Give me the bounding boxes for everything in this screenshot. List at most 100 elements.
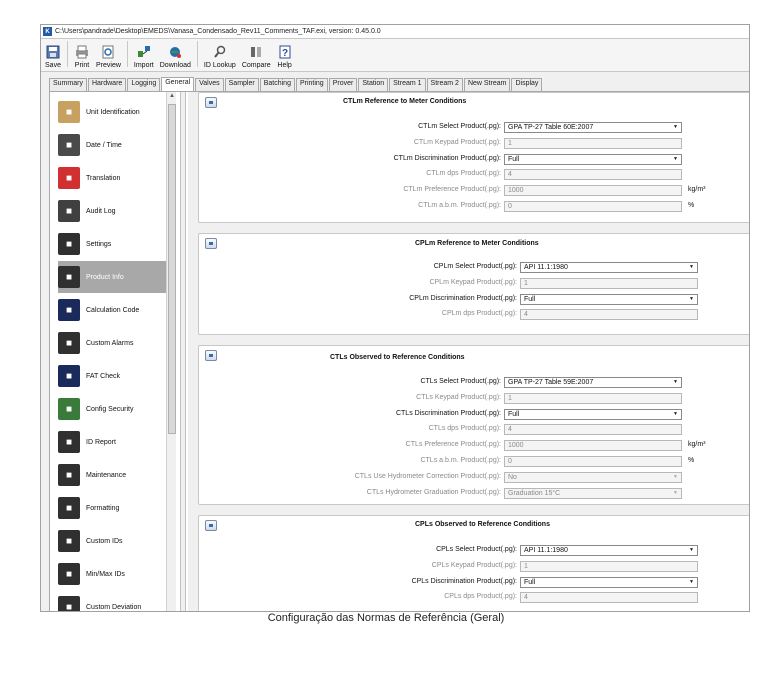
readonly-input: 0: [504, 201, 682, 212]
tab-valves[interactable]: Valves: [195, 78, 224, 91]
tab-printing[interactable]: Printing: [295, 78, 328, 91]
collapse-toggle-icon[interactable]: [205, 520, 217, 531]
sidebar-item-date-time[interactable]: ■ Date / Time: [58, 129, 166, 161]
sidebar-item-translation[interactable]: ■ Translation: [58, 162, 166, 194]
dropdown-select[interactable]: GPA TP-27 Table 60E:2007 ▼: [504, 122, 682, 133]
sidebar-item-label: Config Security: [86, 405, 134, 413]
application-window: K C:\Users\pandrade\Desktop\EMEDS\Vanasa…: [40, 24, 750, 612]
sidebar-item-product-info[interactable]: ■ Product Info: [58, 261, 166, 293]
field-label: CPLs Select Product(.pg):: [436, 546, 517, 553]
sidebar-item-config-security[interactable]: ■ Config Security: [58, 393, 166, 425]
chevron-down-icon[interactable]: ▼: [673, 379, 678, 385]
collapse-toggle-icon[interactable]: [205, 238, 217, 249]
chevron-down-icon[interactable]: ▼: [673, 411, 678, 417]
readonly-input: 4: [520, 309, 698, 321]
tab-sampler[interactable]: Sampler: [224, 78, 259, 91]
chevron-down-icon[interactable]: ▼: [673, 490, 678, 496]
field-label: CPLs Keypad Product(.pg):: [431, 561, 517, 569]
readonly-input: 1000: [504, 440, 682, 452]
content-area: ▲ ■ Unit Identification ■ Date / Time ■ Trans…: [49, 91, 749, 611]
sidebar-item-id-report[interactable]: ■ ID Report: [58, 426, 166, 458]
field-value: Full: [524, 578, 536, 586]
tab-stream-2[interactable]: Stream 2: [426, 78, 463, 91]
dropdown-select[interactable]: Full ▼: [504, 408, 682, 420]
window-title: C:\Users\pandrade\Desktop\EMEDS\Vanasa_C…: [55, 28, 381, 35]
tab-batching[interactable]: Batching: [259, 78, 295, 91]
dropdown-select[interactable]: Full ▼: [504, 153, 682, 165]
chevron-down-icon[interactable]: ▼: [689, 547, 694, 553]
sidebar-item-settings[interactable]: ■ Settings: [58, 228, 166, 260]
chevron-down-icon[interactable]: ▼: [689, 579, 694, 585]
sidebar-item-formatting[interactable]: ■ Formatting: [58, 492, 166, 524]
import-button[interactable]: Import: [134, 44, 154, 69]
sidebar-scroll-thumb[interactable]: [168, 104, 176, 434]
field-row: CTLm dps Product(.pg):: [199, 168, 501, 180]
fat-check-icon: ■: [58, 365, 80, 387]
chevron-down-icon[interactable]: ▼: [673, 156, 678, 162]
id-lookup-label: ID Lookup: [203, 62, 236, 69]
id-lookup-icon: [212, 44, 228, 60]
field-label: CPLm Keypad Product(.pg):: [429, 278, 517, 286]
field-row: CTLm Select Product(.pg):: [199, 121, 501, 133]
dropdown-select: Graduation 15°C ▼: [504, 487, 682, 499]
collapse-toggle-icon[interactable]: [205, 350, 217, 361]
unit-label: %: [688, 457, 695, 464]
readonly-input: 1: [520, 560, 698, 572]
sidebar-item-min-max-ids[interactable]: ■ Min/Max IDs: [58, 558, 166, 590]
dropdown-select[interactable]: Full ▼: [520, 293, 698, 305]
field-row: CPLs Discrimination Product(.pg):: [199, 576, 517, 588]
panel-splitter[interactable]: [180, 92, 186, 611]
chevron-down-icon[interactable]: ▼: [673, 474, 678, 480]
field-label: CTLm a.b.m. Product(.pg):: [418, 202, 501, 209]
chevron-down-icon[interactable]: ▼: [673, 124, 678, 130]
dropdown-select[interactable]: API 11.1:1980 ▼: [520, 545, 698, 556]
calculation-icon: ■: [58, 299, 80, 321]
dropdown-select[interactable]: GPA TP-27 Table 59E:2007 ▼: [504, 377, 682, 388]
sidebar-item-audit-log[interactable]: ■ Audit Log: [58, 195, 166, 227]
print-button[interactable]: Print: [74, 44, 90, 69]
field-label: CPLm dps Product(.pg):: [441, 310, 517, 318]
tab-summary[interactable]: Summary: [49, 78, 87, 91]
dropdown-select[interactable]: Full ▼: [520, 576, 698, 588]
sidebar-item-label: Audit Log: [86, 207, 116, 215]
tab-station[interactable]: Station: [358, 78, 389, 91]
sidebar-item-custom-alarms[interactable]: ■ Custom Alarms: [58, 327, 166, 359]
chevron-down-icon[interactable]: ▼: [689, 264, 694, 270]
help-button[interactable]: ? Help: [277, 44, 293, 69]
sidebar-item-calculation-code[interactable]: ■ Calculation Code: [58, 294, 166, 326]
field-row: CPLm Select Product(.pg):: [199, 261, 517, 273]
download-button[interactable]: Download: [160, 44, 191, 69]
field-row: CTLm Preference Product(.pg):: [199, 184, 501, 196]
security-icon: ■: [58, 398, 80, 420]
import-icon: [136, 44, 152, 60]
compare-button[interactable]: Compare: [242, 44, 271, 69]
sidebar-item-custom-ids[interactable]: ■ Custom IDs: [58, 525, 166, 557]
dropdown-select[interactable]: API 11.1:1980 ▼: [520, 262, 698, 273]
save-button[interactable]: Save: [45, 44, 61, 69]
field-value: 0: [508, 458, 512, 465]
tab-hardware[interactable]: Hardware: [87, 78, 127, 91]
tab-display[interactable]: Display: [511, 78, 543, 91]
section-4: CPLs Observed to Reference Conditions CPL…: [198, 515, 749, 611]
field-label: CPLs Discrimination Product(.pg):: [411, 577, 517, 585]
field-row: CTLs Select Product(.pg):: [199, 376, 501, 388]
collapse-toggle-icon[interactable]: [205, 97, 217, 108]
unit-label: kg/m³: [688, 441, 706, 449]
save-icon: [45, 44, 61, 60]
preview-button[interactable]: Preview: [96, 44, 121, 69]
tab-stream-1[interactable]: Stream 1: [389, 78, 426, 91]
scroll-up-icon[interactable]: ▲: [169, 93, 175, 99]
id-lookup-button[interactable]: ID Lookup: [204, 44, 236, 69]
sidebar-item-fat-check[interactable]: ■ FAT Check: [58, 360, 166, 392]
tab-general[interactable]: General: [161, 77, 195, 91]
tab-prover[interactable]: Prover: [328, 78, 358, 91]
sidebar-item-unit-identification[interactable]: ■ Unit Identification: [58, 96, 166, 128]
chevron-down-icon[interactable]: ▼: [689, 296, 694, 302]
tab-new-stream[interactable]: New Stream: [463, 78, 511, 91]
sidebar-scrollbar[interactable]: ▲: [166, 92, 176, 611]
sidebar-item-maintenance[interactable]: ■ Maintenance: [58, 459, 166, 491]
sidebar-item-label: ID Report: [86, 438, 116, 446]
tab-logging[interactable]: Logging: [127, 78, 161, 91]
sidebar-item-custom-deviation[interactable]: ■ Custom Deviation: [58, 591, 166, 611]
field-value: Graduation 15°C: [508, 489, 561, 497]
